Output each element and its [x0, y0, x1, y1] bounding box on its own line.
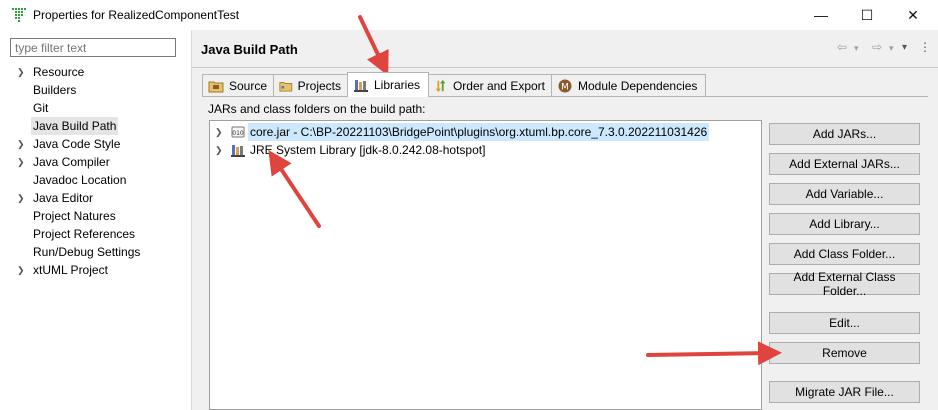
forward-dropdown-icon[interactable]: ▾: [889, 43, 894, 54]
page-title: Java Build Path: [201, 42, 298, 57]
add-variable-button[interactable]: Add Variable...: [769, 183, 920, 205]
tab-projects[interactable]: Projects: [273, 74, 348, 96]
source-folder-icon: [208, 81, 224, 92]
tree-item-java-build-path[interactable]: Java Build Path: [0, 117, 191, 135]
jar-icon: 010: [231, 126, 245, 138]
chevron-right-icon[interactable]: ❯: [17, 135, 27, 153]
order-export-icon: [435, 79, 446, 92]
property-pages-pane: ❯Resource Builders Git Java Build Path ❯…: [0, 30, 191, 410]
edit-button[interactable]: Edit...: [769, 312, 920, 334]
maximize-icon: ☐: [860, 6, 874, 23]
build-path-tree[interactable]: ❯ 010 core.jar - C:\BP-20221103\BridgePo…: [209, 120, 762, 410]
tree-item-run-debug-settings[interactable]: Run/Debug Settings: [0, 243, 191, 261]
tree-item-java-code-style[interactable]: ❯ Java Code Style: [0, 135, 191, 153]
module-icon: M: [558, 79, 572, 92]
add-jars-button[interactable]: Add JARs...: [769, 123, 920, 145]
forward-arrow-icon[interactable]: ⇨: [872, 40, 882, 54]
chevron-right-icon[interactable]: ❯: [17, 63, 27, 81]
chevron-right-icon[interactable]: ❯: [17, 261, 27, 279]
tree-item-xtuml-project[interactable]: ❯ xtUML Project: [0, 261, 191, 279]
remove-button[interactable]: Remove: [769, 342, 920, 364]
chevron-right-icon[interactable]: ❯: [17, 153, 27, 171]
chevron-right-icon[interactable]: ❯: [17, 189, 27, 207]
chevron-right-icon[interactable]: ❯: [215, 123, 223, 141]
tab-source[interactable]: Source: [202, 74, 274, 96]
libraries-icon: [354, 80, 368, 92]
close-button[interactable]: ✕: [890, 0, 936, 30]
property-pages-tree: ❯ Resource Builders Git Java Build Path ❯…: [0, 63, 191, 279]
view-menu-dropdown-icon[interactable]: ▾: [902, 42, 907, 53]
section-label: JARs and class folders on the build path…: [208, 102, 426, 116]
migrate-jar-file-button[interactable]: Migrate JAR File...: [769, 381, 920, 403]
tree-item-resource[interactable]: ❯ Resource: [0, 63, 191, 81]
back-arrow-icon[interactable]: ⇦: [837, 40, 847, 54]
tree-item-java-editor[interactable]: ❯ Java Editor: [0, 189, 191, 207]
close-icon: ✕: [907, 6, 919, 23]
tab-libraries[interactable]: Libraries: [347, 72, 429, 97]
tree-item-project-references[interactable]: Project References: [0, 225, 191, 243]
eclipse-properties-icon: [12, 8, 26, 22]
tree-item-javadoc-location[interactable]: Javadoc Location: [0, 171, 191, 189]
add-library-button[interactable]: Add Library...: [769, 213, 920, 235]
tree-item-java-compiler[interactable]: ❯ Java Compiler: [0, 153, 191, 171]
tab-module-dependencies[interactable]: M Module Dependencies: [551, 74, 706, 96]
tree-item-git[interactable]: Git: [0, 99, 191, 117]
filter-input[interactable]: [10, 38, 176, 57]
tab-panel-border: [202, 96, 928, 97]
java-build-path-page: Java Build Path ⇦ ▾ ⇨ ▾ ▾ ⋮ Source Proje…: [192, 30, 938, 410]
projects-icon: [279, 81, 293, 92]
chevron-right-icon[interactable]: ❯: [215, 141, 223, 159]
window-title: Properties for RealizedComponentTest: [33, 8, 240, 22]
maximize-button[interactable]: ☐: [844, 0, 890, 30]
tree-item-project-natures[interactable]: Project Natures: [0, 207, 191, 225]
add-external-jars-button[interactable]: Add External JARs...: [769, 153, 920, 175]
minimize-button[interactable]: —: [798, 0, 844, 30]
svg-text:010: 010: [232, 130, 244, 137]
back-dropdown-icon[interactable]: ▾: [854, 43, 859, 54]
title-bar: Properties for RealizedComponentTest — ☐…: [0, 0, 938, 30]
tab-order-and-export[interactable]: Order and Export: [428, 74, 552, 96]
header-separator: [192, 67, 938, 68]
view-menu-icon[interactable]: ⋮: [919, 40, 931, 54]
svg-text:M: M: [561, 82, 569, 92]
minimize-icon: —: [814, 7, 828, 23]
tree-item-builders[interactable]: Builders: [0, 81, 191, 99]
add-class-folder-button[interactable]: Add Class Folder...: [769, 243, 920, 265]
library-icon: [231, 145, 245, 157]
add-external-class-folder-button[interactable]: Add External Class Folder...: [769, 270, 920, 298]
